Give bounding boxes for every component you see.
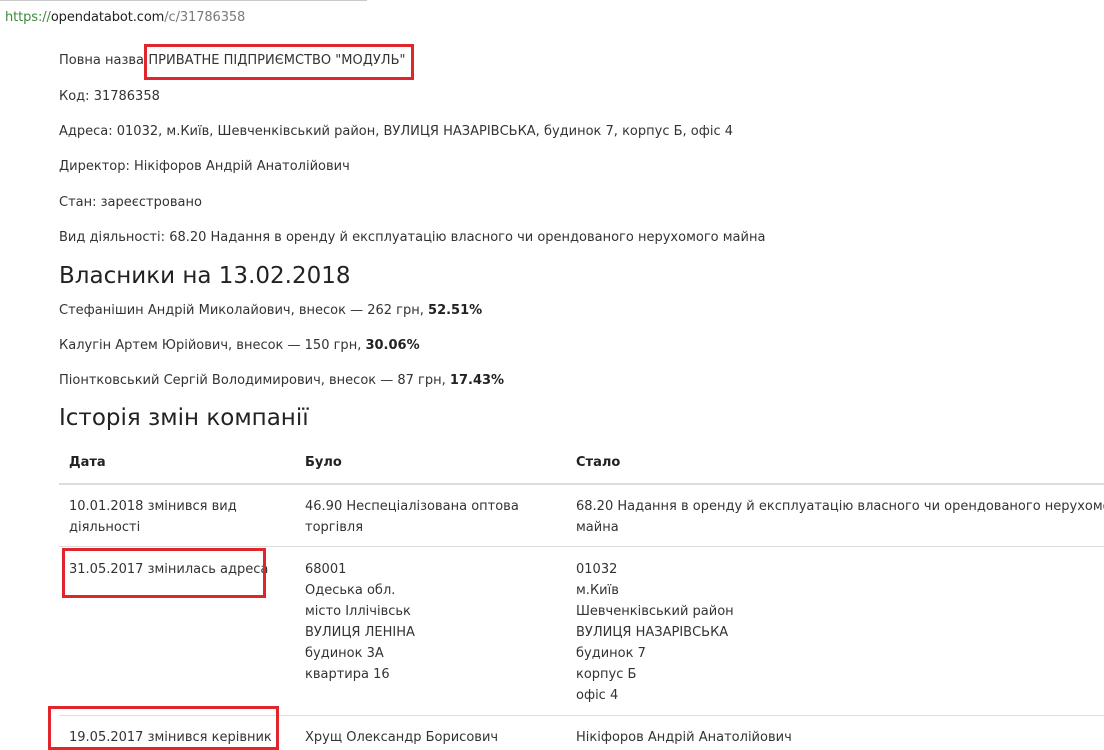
history-row-2-was: 68001 Одеська обл. місто Іллічівськ ВУЛИ… [305, 559, 415, 685]
header-divider [59, 483, 1104, 485]
owner-text: Стефанішин Андрій Миколайович, внесок — … [59, 303, 424, 318]
history-heading: Історія змін компанії [59, 405, 309, 431]
cell-line: 68.20 Надання в оренду й експлуатацію вл… [576, 499, 1104, 514]
cell-line: Одеська обл. [305, 583, 396, 598]
cell-line: ВУЛИЦЯ ЛЕНІНА [305, 625, 415, 640]
cell-line: Хрущ Олександр Борисович [305, 730, 499, 745]
company-director-line: Директор: Нікіфоров Андрій Анатолійович [59, 159, 350, 174]
status-label: Стан: [59, 195, 97, 210]
company-activity-line: Вид діяльності: 68.20 Надання в оренду й… [59, 230, 765, 245]
highlight-box-address-change [62, 548, 266, 598]
url-text[interactable]: https://opendatabot.com/c/31786358 [5, 10, 245, 25]
owners-heading: Власники на 13.02.2018 [59, 263, 351, 289]
owner-item: Калугін Артем Юрійович, внесок — 150 грн… [59, 338, 420, 353]
cell-line: майна [576, 520, 619, 535]
cell-line: офіс 4 [576, 688, 619, 703]
company-code-line: Код: 31786358 [59, 89, 160, 104]
history-row-1-now: 68.20 Надання в оренду й експлуатацію вл… [576, 496, 1104, 538]
owner-item: Стефанішин Андрій Миколайович, внесок — … [59, 303, 482, 318]
history-row-2-now: 01032 м.Київ Шевченківський район ВУЛИЦЯ… [576, 559, 734, 706]
cell-line: Шевченківський район [576, 604, 734, 619]
browser-address-bar[interactable]: https://opendatabot.com/c/31786358 [0, 0, 1104, 36]
activity-label: Вид діяльності: [59, 230, 166, 245]
url-host: opendatabot.com [50, 10, 165, 25]
cell-line: торгівля [305, 520, 364, 535]
url-scheme: https:// [5, 10, 51, 25]
activity-value: 68.20 Надання в оренду й експлуатацію вл… [169, 230, 766, 245]
cell-line: 46.90 Неспеціалізована оптова [305, 499, 519, 514]
cell-line: Нікіфоров Андрій Анатолійович [576, 730, 792, 745]
owner-share: 30.06% [365, 338, 420, 353]
history-row-3-now: Нікіфоров Андрій Анатолійович [576, 727, 792, 748]
code-label: Код: [59, 89, 90, 104]
code-value: 31786358 [93, 89, 160, 104]
cell-line: корпус Б [576, 667, 637, 682]
url-path: /c/31786358 [164, 10, 246, 25]
cell-line: 01032 [576, 562, 618, 577]
company-status-line: Стан: зареєстровано [59, 195, 202, 210]
cell-line: ВУЛИЦЯ НАЗАРІВСЬКА [576, 625, 729, 640]
full-name-label: Повна назва: [59, 53, 149, 68]
column-header-date: Дата [69, 455, 106, 470]
owner-text: Калугін Артем Юрійович, внесок — 150 грн… [59, 338, 362, 353]
status-value: зареєстровано [100, 195, 202, 210]
highlight-box-company-name [144, 44, 414, 80]
cell-line: будинок 3А [305, 646, 384, 661]
company-address-line: Адреса: 01032, м.Київ, Шевченківський ра… [59, 124, 733, 139]
history-row-1-was: 46.90 Неспеціалізована оптова торгівля [305, 496, 519, 538]
director-value: Нікіфоров Андрій Анатолійович [134, 159, 350, 174]
owner-share: 52.51% [428, 303, 483, 318]
address-bar-border [0, 0, 367, 4]
cell-line: будинок 7 [576, 646, 646, 661]
owner-share: 17.43% [449, 373, 505, 388]
owner-text: Піонтковський Сергій Володимирович, внес… [59, 373, 446, 388]
address-value: 01032, м.Київ, Шевченківський район, ВУЛ… [116, 124, 734, 139]
cell-line: 68001 [305, 562, 347, 577]
column-header-now: Стало [576, 455, 621, 470]
address-label: Адреса: [59, 124, 113, 139]
cell-line: діяльності [69, 520, 141, 535]
history-row-1-date: 10.01.2018 змінився вид діяльності [69, 496, 237, 538]
cell-line: 10.01.2018 змінився вид [69, 499, 237, 514]
highlight-box-director-change [48, 706, 279, 750]
owner-item: Піонтковський Сергій Володимирович, внес… [59, 373, 504, 388]
history-row-3-was: Хрущ Олександр Борисович [305, 727, 498, 748]
column-header-was: Було [305, 455, 342, 470]
row-divider [59, 546, 1104, 547]
director-label: Директор: [59, 159, 130, 174]
cell-line: м.Київ [576, 583, 619, 598]
cell-line: місто Іллічівськ [305, 604, 411, 619]
cell-line: квартира 16 [305, 667, 390, 682]
